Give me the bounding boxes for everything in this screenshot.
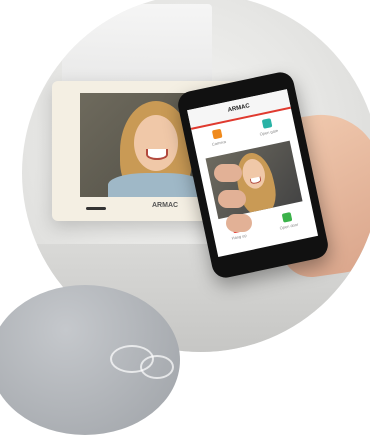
- hang-up-button-label: Hang up: [231, 232, 247, 241]
- finger: [214, 164, 242, 182]
- camera-button[interactable]: Camera: [209, 128, 228, 154]
- person-smile: [146, 149, 168, 160]
- door-icon: [211, 128, 223, 140]
- open-door-button-label: Open door: [279, 221, 299, 231]
- finger: [226, 214, 252, 232]
- cloud-graphic: [0, 285, 180, 435]
- cloud-outline: [140, 355, 174, 379]
- gate-icon: [261, 118, 273, 129]
- background-window: [62, 4, 212, 84]
- open-gate-button[interactable]: Open gate: [257, 117, 280, 144]
- phone-screen: ARMAC Camera Open gate Hang up Open door: [187, 89, 319, 258]
- camera-button-label: Camera: [211, 138, 227, 147]
- person-shirt: [108, 173, 204, 197]
- door-open-icon: [281, 211, 293, 223]
- open-gate-button-label: Open gate: [259, 127, 279, 137]
- finger: [218, 190, 246, 208]
- speaker-slot: [86, 207, 106, 210]
- open-door-button[interactable]: Open door: [277, 211, 299, 231]
- monitor-brand-logo: ARMAC: [152, 202, 179, 209]
- person-face: [134, 115, 178, 171]
